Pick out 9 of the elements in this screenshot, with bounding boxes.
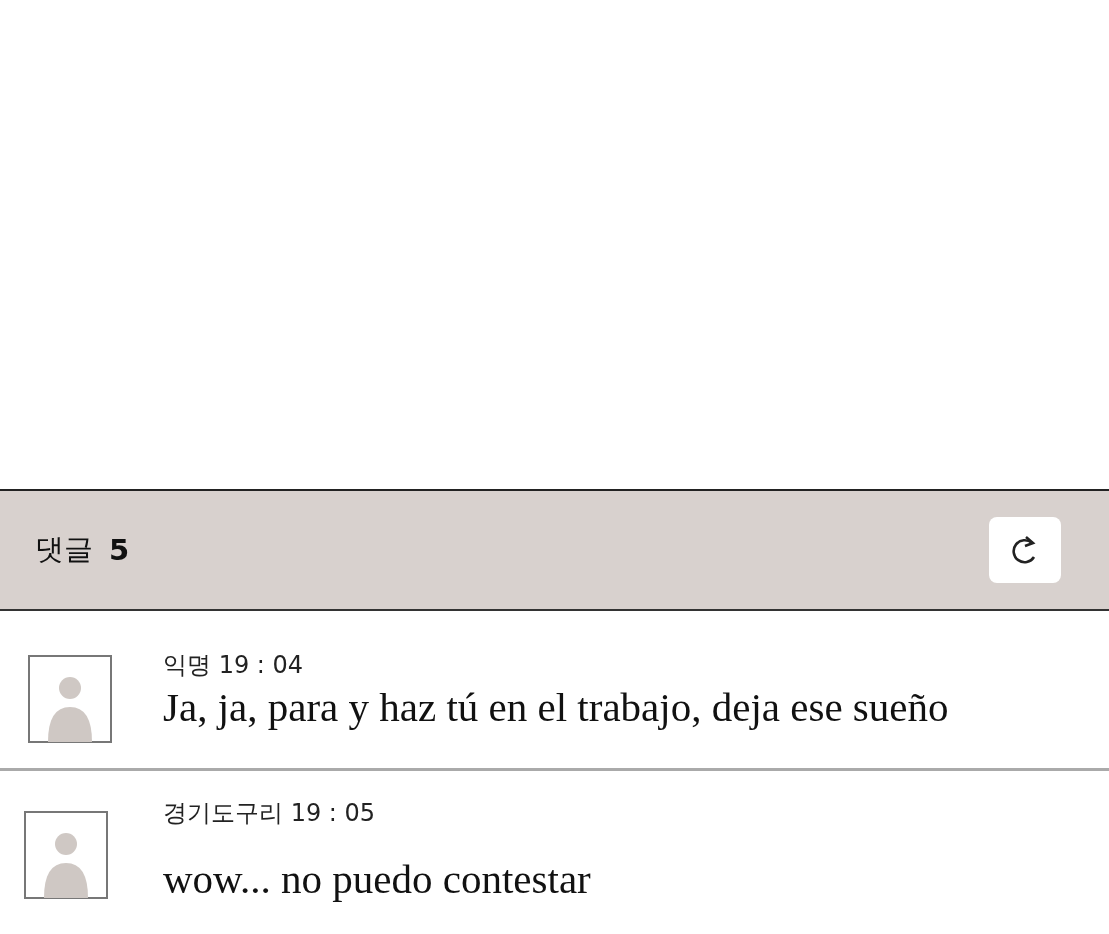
- comment-text: wow... no puedo contestar: [163, 855, 591, 903]
- comment-author-time: 익명 19 : 04: [163, 650, 305, 681]
- comment-count: 5: [109, 533, 131, 567]
- comment-text: Ja, ja, para y haz tú en el trabajo, deja ese sueño: [163, 683, 949, 731]
- comments-label: 댓글: [35, 531, 93, 568]
- comment-author-time: 경기도구리 19 : 05: [163, 798, 377, 829]
- refresh-button[interactable]: [989, 517, 1061, 583]
- avatar-icon: [28, 655, 112, 743]
- avatar-icon: [24, 811, 108, 899]
